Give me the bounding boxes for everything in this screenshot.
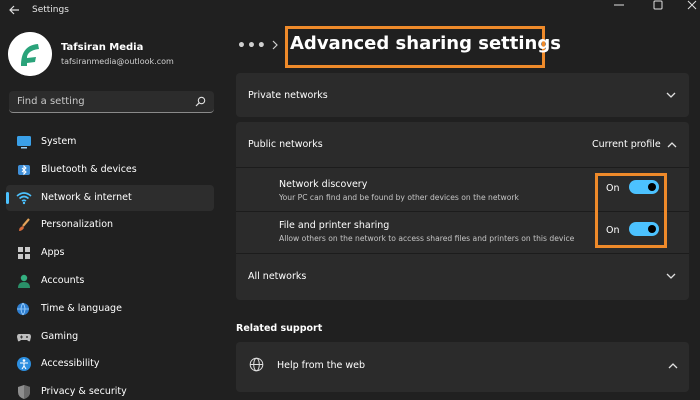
section-label: Public networks xyxy=(248,139,323,150)
search-placeholder: Find a setting xyxy=(17,96,85,107)
maximize-icon[interactable] xyxy=(649,0,667,10)
sidebar-item-gaming[interactable]: Gaming xyxy=(6,324,214,350)
back-arrow-icon[interactable] xyxy=(8,4,20,16)
sidebar-item-privacy-security[interactable]: Privacy & security xyxy=(6,379,214,400)
monitor-icon xyxy=(17,136,31,149)
sidebar-item-label: Personalization xyxy=(41,219,114,231)
setting-title: File and printer sharing xyxy=(279,220,390,231)
section-label: All networks xyxy=(248,271,307,282)
breadcrumb-ellipsis[interactable]: ••• xyxy=(237,38,267,54)
page-title: Advanced sharing settings xyxy=(290,33,561,54)
globe-clock-icon xyxy=(17,302,29,316)
chevron-down-icon[interactable] xyxy=(665,270,677,282)
sidebar-item-system[interactable]: System xyxy=(6,129,214,155)
sidebar-item-network[interactable]: Network & internet xyxy=(6,184,214,211)
search-input[interactable]: Find a setting xyxy=(9,91,214,113)
sidebar-item-apps[interactable]: Apps xyxy=(6,240,214,266)
sidebar-nav: System Bluetooth & devices Network & int… xyxy=(6,129,214,400)
chevron-up-icon[interactable] xyxy=(666,139,678,151)
brush-icon xyxy=(19,218,30,232)
apps-icon xyxy=(18,247,30,260)
sidebar-item-label: Bluetooth & devices xyxy=(41,163,137,175)
chevron-right-icon xyxy=(272,40,278,50)
app-title: Settings xyxy=(32,5,69,15)
setting-description: Your PC can find and be found by other d… xyxy=(279,193,519,202)
sidebar-item-label: Accounts xyxy=(41,274,85,286)
help-from-web-label: Help from the web xyxy=(277,360,366,371)
accessibility-icon xyxy=(17,357,31,372)
sidebar-item-label: Privacy & security xyxy=(41,386,127,398)
sidebar-item-label: Network & internet xyxy=(41,191,132,203)
active-indicator xyxy=(6,191,9,204)
divider xyxy=(236,253,689,254)
divider xyxy=(236,167,689,168)
globe-icon xyxy=(249,357,264,372)
sidebar-item-label: System xyxy=(41,136,77,147)
wifi-icon xyxy=(16,191,32,204)
bluetooth-icon xyxy=(18,164,30,176)
all-networks-section[interactable]: All networks xyxy=(236,253,689,300)
shield-icon xyxy=(18,385,30,400)
minimize-icon[interactable] xyxy=(610,0,628,10)
current-profile-tag: Current profile xyxy=(592,139,661,150)
section-label: Private networks xyxy=(248,90,328,101)
toggle-highlight-box xyxy=(595,173,667,248)
person-icon xyxy=(18,274,30,288)
close-icon[interactable] xyxy=(684,0,700,10)
setting-title: Network discovery xyxy=(279,179,368,190)
private-networks-section[interactable]: Private networks xyxy=(236,73,689,117)
avatar xyxy=(8,32,52,76)
related-support-heading: Related support xyxy=(236,323,323,334)
sidebar-item-bluetooth[interactable]: Bluetooth & devices xyxy=(6,157,214,183)
setting-description: Allow others on the network to access sh… xyxy=(279,234,575,243)
sidebar-item-time-language[interactable]: Time & language xyxy=(6,296,214,322)
title-bar: Settings xyxy=(0,0,700,22)
sidebar-item-accounts[interactable]: Accounts xyxy=(6,268,214,294)
tafsiran-logo-icon xyxy=(8,32,52,76)
chevron-down-icon[interactable] xyxy=(665,89,677,101)
profile-email: tafsiranmedia@outlook.com xyxy=(61,57,174,66)
chevron-up-icon[interactable] xyxy=(667,360,679,372)
gamepad-icon xyxy=(17,333,31,341)
sidebar-item-label: Accessibility xyxy=(41,358,100,370)
profile-name: Tafsiran Media xyxy=(61,42,144,53)
sidebar-item-label: Apps xyxy=(41,247,65,259)
sidebar-item-label: Gaming xyxy=(41,330,79,342)
sidebar-item-personalization[interactable]: Personalization xyxy=(6,212,214,238)
sidebar-item-label: Time & language xyxy=(41,302,122,314)
search-icon[interactable] xyxy=(195,96,206,107)
sidebar-item-accessibility[interactable]: Accessibility xyxy=(6,351,214,377)
